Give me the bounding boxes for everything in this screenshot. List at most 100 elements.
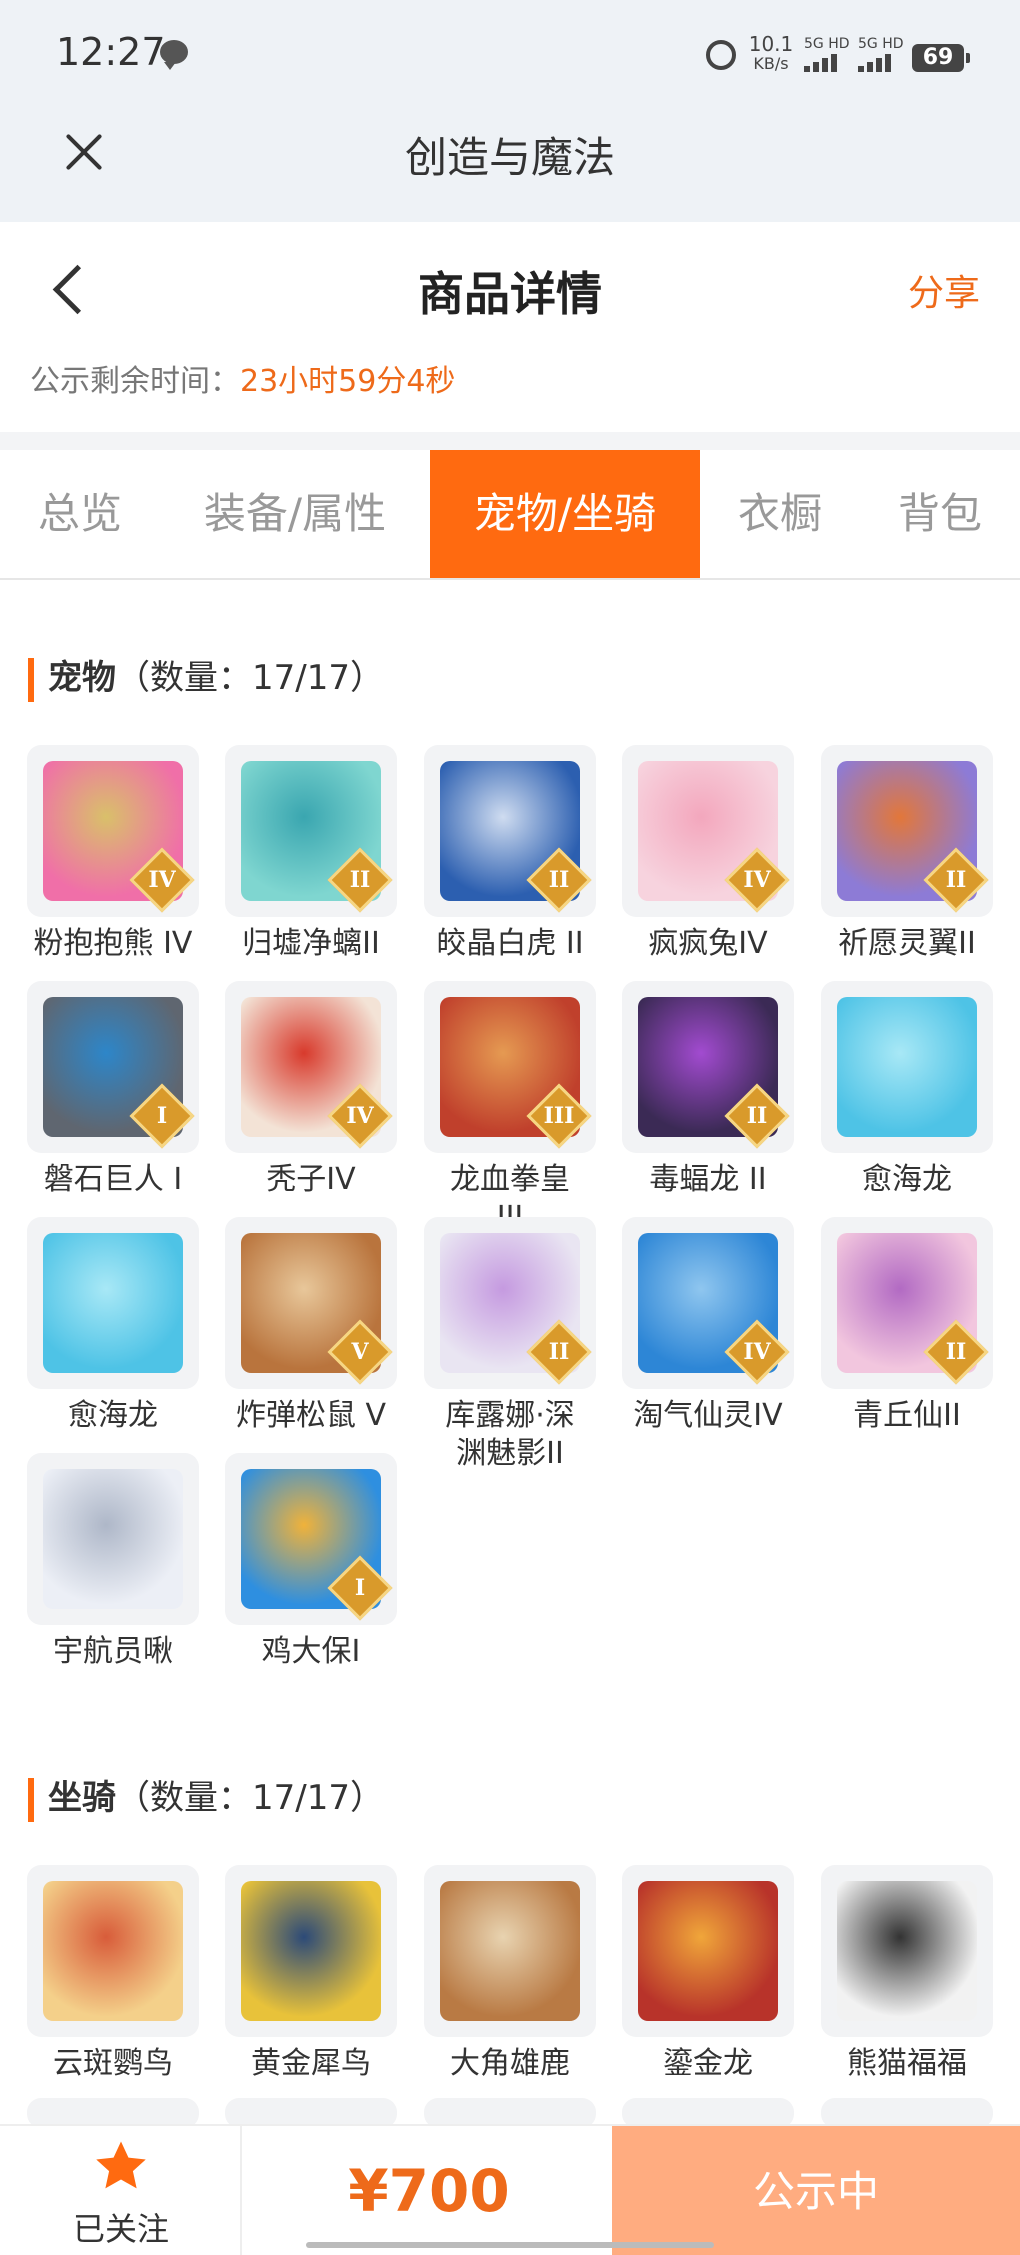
- follow-button[interactable]: 已关注: [0, 2126, 242, 2255]
- grid-item[interactable]: 黄金犀鸟: [225, 1865, 397, 2083]
- grid-item[interactable]: II 祈愿灵翼II: [821, 745, 993, 963]
- item-name: 粉抱抱熊 IV: [33, 926, 193, 961]
- grid-item[interactable]: V 炸弹松鼠 V: [225, 1217, 397, 1435]
- signal-icon: 5G HD: [804, 36, 864, 72]
- grid-item[interactable]: II 青丘仙II: [821, 1217, 993, 1435]
- tab-overview[interactable]: 总览: [0, 450, 160, 578]
- item-thumbnail: II: [424, 745, 596, 917]
- page-title: 商品详情: [418, 267, 602, 321]
- grid-item[interactable]: I 磐石巨人 I: [27, 981, 199, 1199]
- item-thumbnail: II: [821, 745, 993, 917]
- signal-icon: 5G HD: [858, 36, 918, 72]
- grid-item[interactable]: II 库露娜·深渊魅影II: [424, 1217, 596, 1473]
- item-thumbnail: II: [424, 1217, 596, 1389]
- item-name: 库露娜·深渊魅影II: [445, 1398, 575, 1471]
- alarm-icon: [706, 40, 736, 70]
- tier-badge-text: IV: [743, 1339, 771, 1365]
- item-image: [43, 1233, 183, 1373]
- item-thumbnail: II: [821, 1217, 993, 1389]
- grid-item[interactable]: 愈海龙: [27, 1217, 199, 1435]
- grid-item[interactable]: IV 疯疯兔IV: [622, 745, 794, 963]
- item-name: 宇航员啾: [53, 1634, 173, 1669]
- item-name: 鎏金龙: [663, 2046, 753, 2081]
- product-header: 商品详情 分享 公示剩余时间：23小时59分4秒: [0, 222, 1020, 432]
- tab-equipment[interactable]: 装备/属性: [170, 450, 420, 578]
- grid-item[interactable]: II 毒蝠龙 II: [622, 981, 794, 1199]
- item-name: 疯疯兔IV: [648, 926, 768, 961]
- grid-item[interactable]: 熊猫福福: [821, 1865, 993, 2083]
- grid-item[interactable]: 愈海龙: [821, 981, 993, 1199]
- countdown-label: 公示剩余时间：: [30, 364, 240, 399]
- item-thumbnail: IV: [622, 1217, 794, 1389]
- tier-badge-text: II: [945, 1339, 967, 1365]
- mounts-title: 坐骑: [48, 1778, 116, 1818]
- item-name: 黄金犀鸟: [251, 2046, 371, 2081]
- tier-badge-text: IV: [346, 1103, 374, 1129]
- grid-item[interactable]: 云斑鹦鸟: [27, 1865, 199, 2083]
- tab-pets-mounts[interactable]: 宠物/坐骑: [430, 450, 700, 578]
- tier-badge-text: I: [156, 1103, 168, 1129]
- bottom-bar: 已关注 ¥700 公示中: [0, 2124, 1020, 2255]
- grid-item[interactable]: 宇航员啾: [27, 1453, 199, 1671]
- item-name: 熊猫福福: [847, 2046, 967, 2081]
- item-name: 毒蝠龙 II: [649, 1162, 767, 1197]
- net-speed-unit: KB/s: [753, 54, 789, 73]
- grid-item[interactable]: IV 粉抱抱熊 IV: [27, 745, 199, 963]
- item-name: 炸弹松鼠 V: [235, 1398, 387, 1433]
- tier-badge-text: IV: [743, 867, 771, 893]
- item-image: [638, 1881, 778, 2021]
- sim2-label: 5G HD: [858, 36, 904, 52]
- grid-item[interactable]: II 归墟净螭II: [225, 745, 397, 963]
- item-name: 愈海龙: [68, 1398, 158, 1433]
- item-thumbnail: [27, 1865, 199, 2037]
- item-thumbnail: IV: [622, 745, 794, 917]
- item-thumbnail: I: [27, 981, 199, 1153]
- item-name: 皎晶白虎 II: [436, 926, 584, 961]
- status-button[interactable]: 公示中: [612, 2126, 1020, 2255]
- message-icon: [160, 40, 188, 70]
- tier-badge-text: V: [351, 1339, 369, 1365]
- tab-wardrobe[interactable]: 衣橱: [710, 450, 850, 578]
- item-thumbnail: IV: [225, 981, 397, 1153]
- home-indicator: [306, 2242, 714, 2248]
- item-thumbnail: IV: [27, 745, 199, 917]
- item-thumbnail: [424, 1865, 596, 2037]
- grid-item[interactable]: IV 淘气仙灵IV: [622, 1217, 794, 1435]
- tier-badge-text: II: [548, 1339, 570, 1365]
- mounts-section-title: 坐骑（数量：17/17）: [28, 1770, 384, 1822]
- item-name: 磐石巨人 I: [43, 1162, 183, 1197]
- item-name: 愈海龙: [862, 1162, 952, 1197]
- net-speed-value: 10.1: [748, 32, 794, 56]
- app-title: 创造与魔法: [404, 133, 615, 182]
- item-name: 淘气仙灵IV: [633, 1398, 783, 1433]
- battery-icon: 69: [912, 44, 970, 72]
- item-thumbnail: [821, 981, 993, 1153]
- mounts-count: （数量：17/17）: [116, 1778, 384, 1818]
- pets-title: 宠物: [48, 658, 116, 698]
- grid-item[interactable]: 鎏金龙: [622, 1865, 794, 2083]
- grid-item[interactable]: 大角雄鹿: [424, 1865, 596, 2083]
- item-thumbnail: V: [225, 1217, 397, 1389]
- tier-badge-text: II: [349, 867, 371, 893]
- item-image: [43, 1469, 183, 1609]
- item-image: [837, 1881, 977, 2021]
- item-thumbnail: [821, 1865, 993, 2037]
- grid-item[interactable]: IV 秃子IV: [225, 981, 397, 1199]
- grid-item[interactable]: I 鸡大保I: [225, 1453, 397, 1671]
- item-thumbnail: [27, 1217, 199, 1389]
- share-button[interactable]: 分享: [908, 264, 980, 316]
- pets-count: （数量：17/17）: [116, 658, 384, 698]
- item-name: 大角雄鹿: [450, 2046, 570, 2081]
- tab-bag[interactable]: 背包: [870, 450, 1010, 578]
- tier-badge-text: IV: [148, 867, 176, 893]
- grid-item[interactable]: III龙血拳皇 III: [424, 981, 596, 1237]
- divider: [0, 432, 1020, 450]
- item-name: 归墟净螭II: [242, 926, 380, 961]
- pets-section-title: 宠物（数量：17/17）: [28, 650, 384, 702]
- item-image: [241, 1881, 381, 2021]
- tier-badge-text: II: [548, 867, 570, 893]
- star-icon: [96, 2141, 146, 2189]
- grid-item[interactable]: II 皎晶白虎 II: [424, 745, 596, 963]
- tier-badge-text: I: [354, 1575, 366, 1601]
- status-time: 12:27: [56, 30, 166, 74]
